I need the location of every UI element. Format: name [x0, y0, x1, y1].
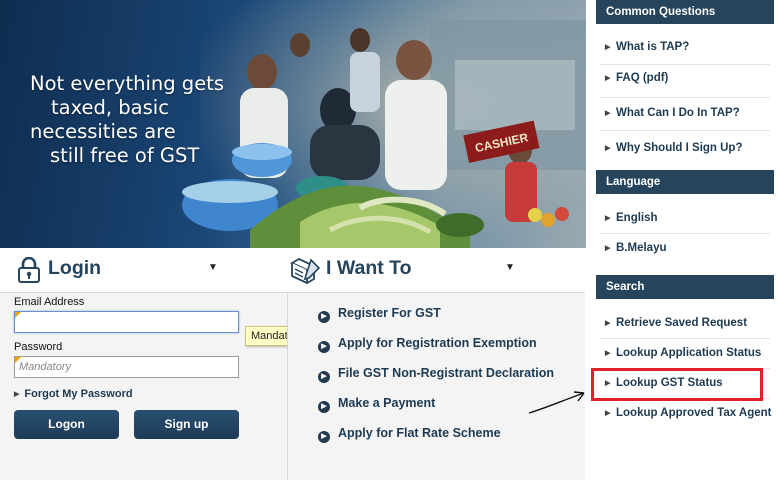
hero-banner: CASHIER Not everything gets taxed, basic…: [0, 0, 586, 248]
arrow-circle-icon: ▶: [318, 431, 330, 443]
triangle-right-icon: ▶: [605, 245, 611, 252]
logon-button[interactable]: Logon: [14, 410, 119, 439]
triangle-right-icon: ▶: [14, 391, 20, 398]
list-item-registration-exemption[interactable]: ▶ Apply for Registration Exemption: [318, 336, 537, 353]
triangle-right-icon: ▶: [605, 215, 611, 222]
sidebar-item-label: What is TAP?: [616, 41, 690, 53]
arrow-circle-icon: ▶: [318, 341, 330, 353]
banner-line: still free of GST: [50, 144, 200, 167]
i-want-to-header[interactable]: I Want To ▼: [287, 248, 585, 292]
sidebar-item-bmelayu[interactable]: ▶ B.Melayu: [596, 233, 774, 263]
banner-line: Not everything gets: [30, 72, 224, 95]
triangle-right-icon: ▶: [605, 145, 611, 152]
language-heading: Language: [596, 170, 774, 194]
lock-icon: [18, 257, 40, 283]
triangle-right-icon: ▶: [605, 410, 611, 417]
arrow-circle-icon: ▶: [318, 371, 330, 383]
list-item-label: Make a Payment: [338, 396, 436, 410]
required-marker: [15, 312, 21, 318]
sidebar-item-english[interactable]: ▶ English: [596, 203, 774, 233]
triangle-right-icon: ▶: [605, 110, 611, 117]
list-item-register-gst[interactable]: ▶ Register For GST: [318, 306, 441, 323]
list-item-make-payment[interactable]: ▶ Make a Payment: [318, 396, 435, 413]
sidebar-item-lookup-application-status[interactable]: ▶ Lookup Application Status: [596, 338, 774, 368]
banner-line: taxed, basic: [51, 96, 169, 119]
sidebar-item-label: Lookup Application Status: [616, 347, 762, 359]
sidebar-item-retrieve-saved-request[interactable]: ▶ Retrieve Saved Request: [596, 308, 774, 338]
sidebar-item-what-is-tap[interactable]: ▶ What is TAP?: [596, 32, 774, 62]
banner-headline: Not everything gets taxed, basic necessi…: [30, 72, 230, 168]
chevron-down-icon[interactable]: ▼: [208, 262, 218, 273]
password-label: Password: [14, 341, 63, 353]
divider: [600, 130, 770, 131]
arrow-circle-icon: ▶: [318, 401, 330, 413]
banner-line: necessities are: [30, 120, 176, 143]
i-want-to-title: I Want To: [326, 257, 412, 279]
list-item-flat-rate-scheme[interactable]: ▶ Apply for Flat Rate Scheme: [318, 426, 501, 443]
sidebar-item-label: B.Melayu: [616, 242, 667, 254]
sidebar-item-faq[interactable]: ▶ FAQ (pdf): [596, 63, 774, 93]
i-want-to-panel: I Want To ▼ ▶ Register For GST ▶ Apply for…: [287, 248, 585, 480]
forgot-password-label: Forgot My Password: [24, 388, 133, 400]
sidebar-item-label: Lookup Approved Tax Agent: [616, 407, 772, 419]
email-field[interactable]: [14, 311, 239, 333]
login-title: Login: [48, 257, 102, 279]
forgot-password-link[interactable]: ▶ Forgot My Password: [14, 388, 133, 400]
login-header[interactable]: Login ▼: [0, 248, 287, 292]
signup-button[interactable]: Sign up: [134, 410, 239, 439]
list-item-label: File GST Non-Registrant Declaration: [338, 366, 555, 380]
highlight-box: [591, 368, 763, 401]
password-field[interactable]: [14, 356, 239, 378]
sidebar-item-what-can-i-do[interactable]: ▶ What Can I Do In TAP?: [596, 98, 774, 128]
list-item-label: Register For GST: [338, 306, 441, 320]
triangle-right-icon: ▶: [605, 320, 611, 327]
sidebar-item-label: Retrieve Saved Request: [616, 317, 748, 329]
list-item-non-registrant-declaration[interactable]: ▶ File GST Non-Registrant Declaration: [318, 366, 554, 383]
sidebar-item-label: English: [616, 212, 658, 224]
annotation-arrow-icon: [528, 391, 585, 414]
list-item-label: Apply for Flat Rate Scheme: [338, 426, 501, 440]
list-item-label: Apply for Registration Exemption: [338, 336, 537, 350]
right-sidebar: Common Questions ▶ What is TAP? ▶ FAQ (pdf…: [596, 0, 774, 480]
triangle-right-icon: ▶: [605, 75, 611, 82]
triangle-right-icon: ▶: [605, 350, 611, 357]
common-questions-heading: Common Questions: [596, 0, 774, 24]
sidebar-item-label: What Can I Do In TAP?: [616, 107, 740, 119]
chevron-down-icon[interactable]: ▼: [505, 262, 515, 273]
sidebar-item-label: Why Should I Sign Up?: [616, 142, 743, 154]
sidebar-item-label: FAQ (pdf): [616, 72, 669, 84]
sidebar-item-why-sign-up[interactable]: ▶ Why Should I Sign Up?: [596, 133, 774, 163]
search-heading: Search: [596, 275, 774, 299]
email-label: Email Address: [14, 296, 85, 308]
sidebar-item-lookup-approved-tax-agent[interactable]: ▶ Lookup Approved Tax Agent: [596, 398, 774, 428]
form-pencil-icon: [290, 257, 321, 284]
triangle-right-icon: ▶: [605, 44, 611, 51]
arrow-circle-icon: ▶: [318, 311, 330, 323]
required-marker: [15, 357, 21, 363]
